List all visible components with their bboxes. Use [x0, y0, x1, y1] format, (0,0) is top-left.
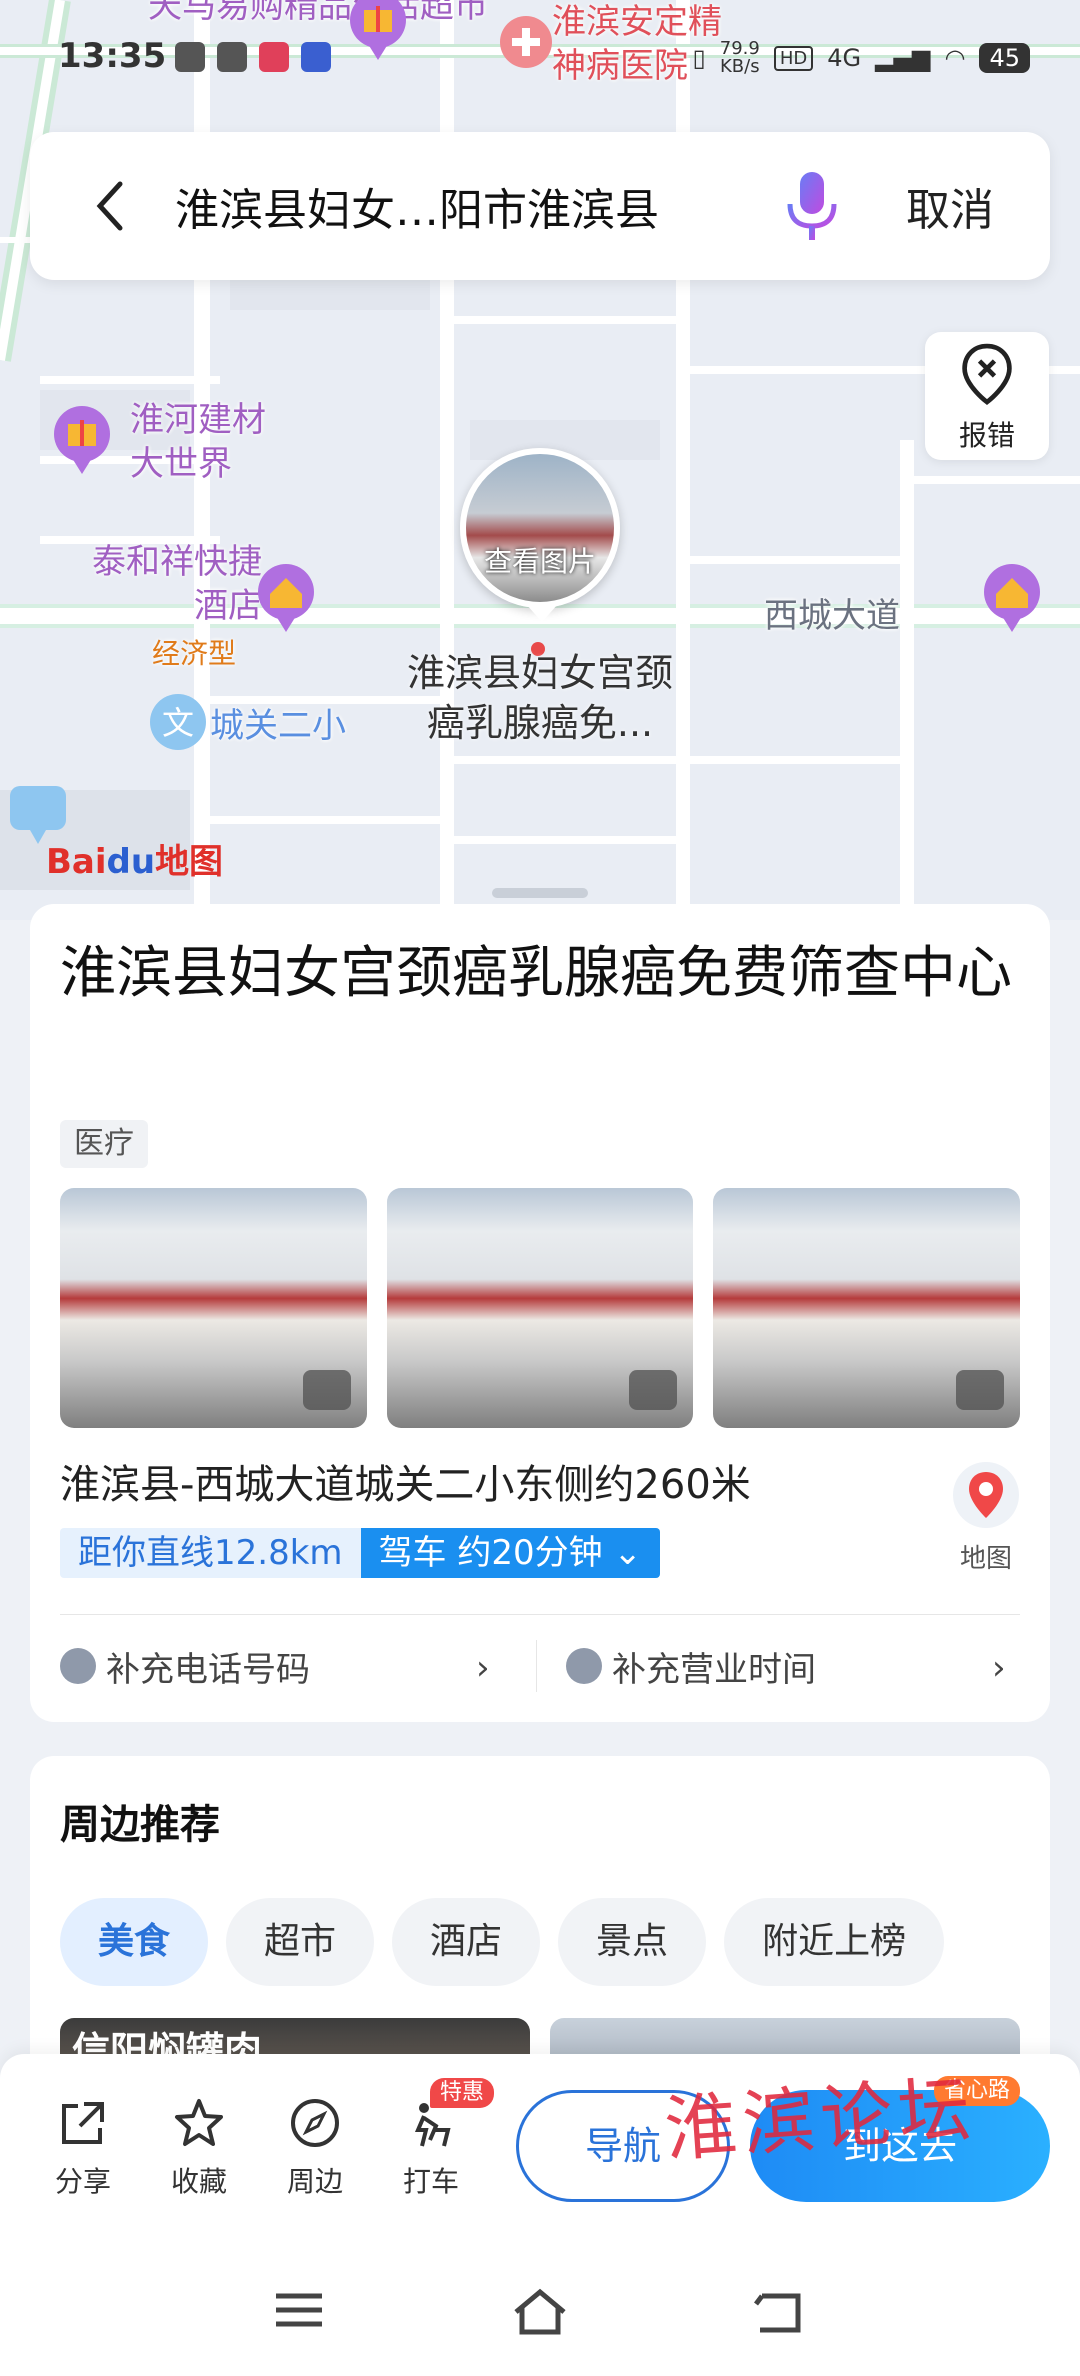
chip-supermarket[interactable]: 超市	[226, 1898, 375, 1986]
gift-pin-icon[interactable]	[50, 404, 114, 476]
home-icon[interactable]	[510, 2288, 570, 2336]
vibrate-icon: ▯	[692, 44, 706, 72]
poi-building-materials-label[interactable]: 淮河建材大世界	[130, 398, 290, 486]
map-location-icon	[953, 1462, 1019, 1528]
add-hours-label: 补充营业时间	[612, 1649, 816, 1690]
logo-map: 地图	[155, 842, 224, 882]
taxi-button[interactable]: 打车	[386, 2096, 476, 2200]
add-hours-button[interactable]: 补充营业时间	[566, 1636, 816, 1696]
place-photo[interactable]	[713, 1188, 1021, 1428]
divider	[60, 1614, 1020, 1615]
star-icon	[175, 2099, 223, 2146]
drag-handle[interactable]	[492, 888, 588, 898]
search-query[interactable]: 淮滨县妇女…阳市淮滨县	[175, 174, 659, 238]
chevron-right-icon: ›	[476, 1648, 490, 1688]
divider	[536, 1640, 537, 1692]
map-pin-title[interactable]: 淮滨县妇女宫颈癌乳腺癌免...	[390, 648, 690, 748]
phone-icon	[60, 1648, 96, 1684]
category-tag: 医疗	[60, 1120, 148, 1168]
notification-icon	[217, 42, 247, 72]
cancel-button[interactable]: 取消	[906, 174, 994, 238]
place-photo[interactable]	[386, 1188, 694, 1428]
report-error-label: 报错	[958, 419, 1015, 452]
clock-icon	[566, 1648, 602, 1684]
add-phone-label: 补充电话号码	[106, 1649, 310, 1690]
menu-icon[interactable]	[272, 2288, 326, 2332]
notification-icon	[175, 42, 205, 72]
notification-icon	[259, 42, 289, 72]
add-phone-button[interactable]: 补充电话号码	[60, 1636, 310, 1696]
chip-hotel[interactable]: 酒店	[392, 1898, 541, 1986]
drive-time-label: 驾车 约20分钟	[378, 1533, 603, 1573]
poi-school-label[interactable]: 城关二小	[210, 704, 346, 748]
chevron-right-icon: ›	[992, 1648, 1006, 1688]
distance-info[interactable]: 距你直线12.8km 驾车 约20分钟 ⌄	[60, 1528, 660, 1578]
forum-watermark: 淮滨论坛	[661, 2066, 980, 2172]
view-photos-label: 查看图片	[483, 545, 596, 578]
net-speed: 79.9 KB/s	[720, 40, 760, 76]
straight-distance: 距你直线12.8km	[60, 1528, 361, 1578]
status-notification-icons	[175, 42, 331, 72]
taxi-discount-badge: 特惠	[430, 2078, 495, 2108]
chevron-down-icon: ⌄	[613, 1533, 642, 1573]
image-icon	[956, 1370, 1005, 1410]
bubble-tail	[526, 604, 558, 622]
favorite-label: 收藏	[170, 2165, 227, 2198]
place-detail-card: 淮滨县妇女宫颈癌乳腺癌免费筛查中心 医疗 淮滨县-西城大道城关二小东侧约260米…	[30, 904, 1050, 1722]
hotel-pin-icon[interactable]	[980, 562, 1044, 634]
view-photos-bubble[interactable]: 查看图片	[460, 448, 620, 608]
microphone-icon[interactable]	[780, 168, 844, 244]
favorite-button[interactable]: 收藏	[154, 2096, 244, 2200]
share-icon	[62, 2102, 104, 2144]
category-chips: 美食 超市 酒店 景点 附近上榜	[60, 1898, 945, 1986]
share-button[interactable]: 分享	[38, 2096, 128, 2200]
place-title: 淮滨县妇女宫颈癌乳腺癌免费筛查中心	[60, 941, 1012, 1006]
search-bar[interactable]: 淮滨县妇女…阳市淮滨县 取消	[30, 132, 1050, 280]
poi-supermarket-label[interactable]: 天马易购精品生活超市	[148, 0, 488, 28]
compass-icon	[291, 2099, 339, 2147]
chip-top-nearby[interactable]: 附近上榜	[724, 1898, 945, 1986]
nearby-label: 周边	[286, 2165, 343, 2198]
nearby-heading: 周边推荐	[60, 1802, 220, 1848]
net-speed-unit: KB/s	[720, 56, 760, 77]
status-bar: 13:35 ▯ 79.9 KB/s HD 4G ▂▄▆ ◠ 45	[0, 36, 1080, 86]
place-address: 淮滨县-西城大道城关二小东侧约260米	[60, 1462, 751, 1508]
taxi-label: 打车	[402, 2165, 459, 2198]
signal-label: 4G	[827, 44, 862, 72]
logo-bai: Bai	[46, 842, 107, 882]
chip-food[interactable]: 美食	[60, 1898, 209, 1986]
back-icon[interactable]	[752, 2288, 806, 2336]
drive-time[interactable]: 驾车 约20分钟 ⌄	[360, 1528, 660, 1578]
battery-indicator: 45	[979, 43, 1030, 73]
back-arrow-icon[interactable]	[90, 178, 130, 234]
system-navigation-bar	[0, 2248, 1080, 2376]
photo-strip[interactable]	[60, 1188, 1021, 1428]
logo-du: du	[106, 842, 156, 882]
road-label: 西城大道	[764, 596, 900, 636]
status-right: ▯ 79.9 KB/s HD 4G ▂▄▆ ◠ 45	[693, 40, 1030, 76]
chip-scenic[interactable]: 景点	[558, 1898, 707, 1986]
notification-icon	[301, 42, 331, 72]
report-error-button[interactable]: 报错	[925, 332, 1049, 460]
share-label: 分享	[54, 2165, 111, 2198]
place-photo[interactable]	[60, 1188, 367, 1428]
map-pin-x-icon	[962, 343, 1012, 405]
status-time: 13:35	[58, 36, 167, 76]
poi-hotel-tag: 经济型	[152, 637, 237, 670]
svg-text:文: 文	[162, 704, 194, 742]
nearby-button[interactable]: 周边	[270, 2096, 360, 2200]
image-icon	[302, 1370, 351, 1410]
baidu-map-logo: Baidu地图	[46, 834, 223, 883]
image-icon	[629, 1370, 678, 1410]
school-pin-icon[interactable]: 文	[146, 690, 210, 762]
hotel-pin-icon[interactable]	[254, 562, 318, 634]
map-button[interactable]: 地图	[948, 1460, 1024, 1575]
wifi-icon: ◠	[944, 44, 966, 72]
poi-hotel-label[interactable]: 泰和祥快捷酒店	[92, 540, 262, 628]
signal-icon: ▂▄▆	[875, 44, 931, 72]
hd-badge: HD	[773, 45, 814, 71]
map-button-label: 地图	[959, 1544, 1012, 1574]
